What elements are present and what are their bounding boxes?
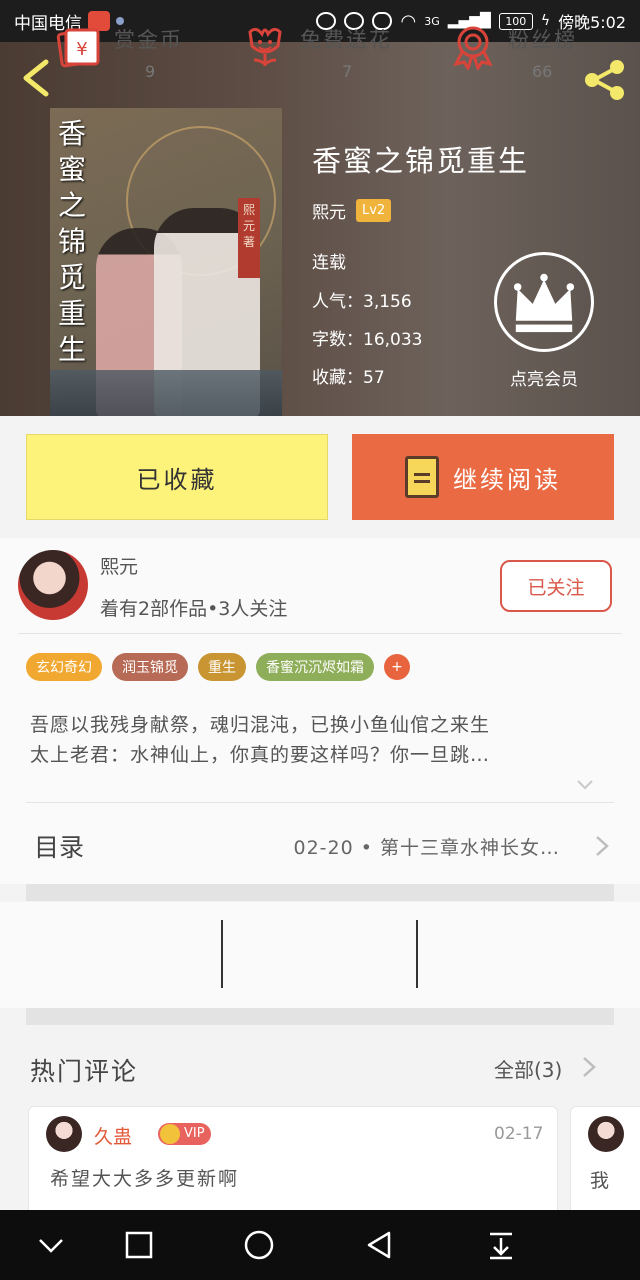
reward-coins-button[interactable]: ¥ 赏金币 9 [56,20,196,84]
tag-chip[interactable]: 润玉锦觅 [112,653,188,681]
level-badge: Lv2 [356,199,392,222]
flower-count: 7 [342,62,353,81]
divider [26,802,614,803]
fan-ranking-button[interactable]: 粉丝榜 66 [450,20,590,84]
back-triangle-icon[interactable] [362,1228,396,1262]
cover-author-seal: 熙元著 [238,198,260,278]
continue-reading-button[interactable]: 继续阅读 [352,434,614,520]
tag-list: 玄幻奇幻 润玉锦觅 重生 香蜜沉沉烬如霜 + [26,653,410,681]
chevron-right-icon[interactable] [580,1056,598,1078]
all-comments-link[interactable]: 全部(3) [494,1054,562,1083]
cover-title: 香蜜之锦觅重生 [58,117,87,366]
synopsis[interactable]: 吾愿以我残身献祭，魂归混沌，已换小鱼仙倌之来生 太上老君：水神仙上，你真的要这样… [30,710,606,770]
section-separator [26,884,614,901]
tag-chip[interactable]: 香蜜沉沉烬如霜 [256,653,374,681]
latest-chapter: 02-20 • 第十三章水神长女… [293,836,560,859]
flower-label: 免费送花 [300,28,392,52]
interaction-stats [0,902,640,1008]
comment-date: 02-17 [494,1124,544,1144]
book-author-line: 熙元 Lv2 [312,198,392,223]
book-title: 香蜜之锦觅重生 [312,144,530,178]
book-author: 熙元 [312,203,346,223]
flower-icon [248,27,282,66]
comment-text: 我 [590,1170,610,1192]
book-favorites: 收藏：57 [312,368,385,388]
follow-button[interactable]: 已关注 [500,560,612,612]
vip-crown-icon [160,1124,180,1144]
divider [18,633,622,634]
fans-label: 粉丝榜 [508,28,577,52]
notification-pulldown-icon[interactable] [484,1228,518,1262]
comment-text: 希望大大多多更新啊 [50,1168,240,1190]
red-envelope-icon: ¥ [56,28,100,68]
expand-chevron-icon[interactable] [576,776,594,794]
synopsis-line-1: 吾愿以我残身献祭，魂归混沌，已换小鱼仙倌之来生 [30,714,491,736]
free-flower-button[interactable]: 免费送花 7 [242,20,402,84]
follow-label: 已关注 [527,576,585,599]
add-tag-button[interactable]: + [384,654,410,680]
commenter-name[interactable]: 久蛊 [94,1122,132,1149]
commenter-avatar[interactable] [588,1116,624,1152]
book-status: 连载 [312,253,346,273]
svg-text:¥: ¥ [76,39,87,60]
tag-chip[interactable]: 重生 [198,653,246,681]
wifi-icon: ◠ [400,10,417,32]
stats-divider [221,920,223,988]
back-icon[interactable] [18,58,54,98]
cover-water [50,370,282,416]
recents-square-icon[interactable] [122,1228,156,1262]
vip-label: 点亮会员 [510,370,578,390]
vip-badge: VIP [158,1123,211,1145]
table-of-contents-row[interactable]: 目录 02-20 • 第十三章水神长女… [0,810,640,882]
collapse-chevron-icon[interactable] [34,1228,68,1262]
section-separator [26,1008,614,1025]
book-cover[interactable]: 香蜜之锦觅重生 熙元著 [50,108,282,416]
medal-icon [453,26,493,70]
vip-badge-text: VIP [184,1126,205,1141]
book-word-count: 字数：16,033 [312,330,423,350]
fans-count: 66 [532,62,553,81]
synopsis-line-2: 太上老君：水神仙上，你真的要这样吗？你一旦跳… [30,744,491,766]
hot-comments-title: 热门评论 [30,1057,139,1086]
network-type: 3G [424,14,440,28]
author-stats: 着有2部作品•3人关注 [100,598,288,620]
toc-label: 目录 [34,833,85,862]
reward-count: 9 [145,62,156,81]
stats-divider [416,920,418,988]
crown-icon [513,273,575,333]
chevron-right-icon [596,836,609,856]
vip-button[interactable] [494,252,594,352]
continue-reading-label: 继续阅读 [453,465,561,494]
favorited-label: 已收藏 [136,465,218,494]
tag-chip[interactable]: 玄幻奇幻 [26,653,102,681]
book-header: 香蜜之锦觅重生 熙元著 香蜜之锦觅重生 熙元 Lv2 连载 人气：3,156 字… [0,42,640,416]
author-name[interactable]: 熙元 [100,552,138,579]
favorited-button[interactable]: 已收藏 [26,434,328,520]
book-icon [405,456,439,498]
book-popularity: 人气：3,156 [312,292,412,312]
system-nav-bar [0,1210,640,1280]
commenter-avatar[interactable] [46,1116,82,1152]
author-avatar[interactable] [18,550,88,620]
reward-label: 赏金币 [114,28,183,52]
home-circle-icon[interactable] [242,1228,276,1262]
